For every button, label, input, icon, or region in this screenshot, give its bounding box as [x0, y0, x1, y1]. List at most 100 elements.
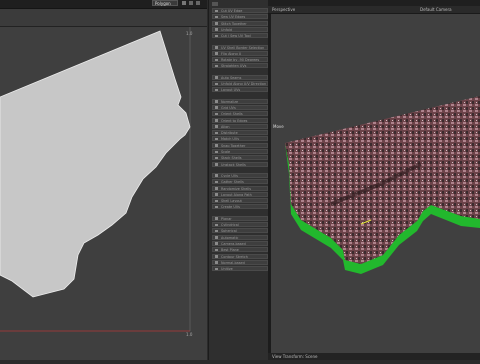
tool-icon [215, 119, 218, 122]
tool-button-label: Planar [221, 216, 232, 221]
tool-button-label: Cut UV Edge [221, 9, 243, 13]
tool-button[interactable]: Auto Seams [212, 74, 268, 80]
tool-icon [215, 76, 218, 79]
tool-icon [215, 223, 218, 226]
tool-button[interactable]: Straighten UVs [212, 63, 268, 69]
tool-icon [215, 242, 218, 245]
panel-header-icon[interactable] [212, 2, 218, 6]
tool-icon [215, 217, 218, 220]
tool-button[interactable]: Match UVs [212, 136, 268, 142]
tool-button[interactable]: Unitize [212, 266, 268, 272]
tool-button[interactable]: Unstack Shells [212, 161, 268, 167]
uv-tick-bottom: 1.0 [186, 332, 193, 337]
tool-button-label: Automatic [221, 235, 239, 240]
tool-button[interactable]: Unfold Along U/V Direction [212, 81, 268, 86]
tool-button-label: Unitize [221, 267, 233, 272]
uv-editor-viewport[interactable]: 1.0 1.0 [0, 27, 207, 360]
tool-icon [215, 236, 218, 239]
tool-icon [215, 199, 218, 203]
uv-layout-canvas[interactable] [0, 27, 207, 360]
tool-button[interactable]: Normalize [212, 98, 268, 104]
tool-button[interactable]: Contour Stretch [212, 253, 268, 259]
tool-button-label: Contour Stretch [221, 254, 248, 259]
tool-button-label: Layout Along Path [221, 192, 252, 197]
tool-icon [215, 193, 218, 196]
tool-button[interactable]: Cut / Sew UV Tool [212, 33, 268, 39]
tool-button-label: Stack Shells [221, 156, 242, 161]
uv-tick-top: 1.0 [186, 31, 193, 36]
camera-label[interactable]: Default Camera [420, 7, 452, 12]
tool-button-label: Orient Shells [221, 112, 243, 117]
tool-button[interactable]: Create UVs [212, 204, 268, 210]
tool-button-label: Scale [221, 150, 231, 154]
tool-button[interactable]: Align [212, 123, 268, 129]
tool-button-label: Align [221, 124, 230, 129]
tool-button[interactable]: Camera-based [212, 240, 268, 246]
terrain-top-surface [285, 96, 480, 264]
tool-button-label: Gather Shells [221, 180, 244, 185]
tool-icon [215, 22, 218, 25]
3d-viewport[interactable]: Move [271, 14, 480, 353]
tool-button-label: Create UVs [221, 205, 240, 210]
tool-button[interactable]: Scale [212, 149, 268, 154]
tool-button[interactable]: Best Plane [212, 247, 268, 253]
tool-icon [215, 255, 218, 258]
tool-button-label: Unfold Along U/V Direction [221, 82, 267, 86]
tool-button[interactable]: Layout Along Path [212, 191, 268, 197]
tool-button[interactable]: Sew UV Edges [212, 14, 268, 20]
tool-icon [215, 163, 218, 166]
tool-button[interactable]: Stack Shells [212, 155, 268, 161]
panel-label: Perspective [272, 7, 296, 12]
tool-button[interactable]: Orient to Edges [212, 117, 268, 123]
tool-button[interactable]: Randomize Shells [212, 185, 268, 191]
tool-button-label: Cycle UVs [221, 173, 238, 178]
tool-button[interactable]: Distribute [212, 130, 268, 136]
selection-mode-dropdown[interactable]: Polygon [152, 0, 178, 6]
tool-button-label: Grid UVs [221, 105, 236, 110]
tool-button[interactable]: Layout UVs [212, 87, 268, 93]
tool-button-label: Cylindrical [221, 223, 239, 227]
tool-icon [215, 106, 218, 109]
tool-icon [215, 46, 218, 49]
tool-button-label: Normalize [221, 99, 239, 104]
tool-button[interactable]: Planar [212, 215, 268, 221]
tool-button[interactable]: Cut UV Edge [212, 8, 268, 13]
tool-button[interactable]: Automatic [212, 234, 268, 240]
tool-button[interactable]: Cylindrical [212, 222, 268, 227]
tool-button-label: Randomize Shells [221, 186, 251, 191]
tool-icon [215, 15, 218, 19]
tool-icon [215, 137, 218, 141]
tool-button[interactable]: Snap Together [212, 142, 268, 148]
tool-icon [215, 174, 218, 177]
tool-button-label: Camera-based [221, 241, 246, 246]
uv-mode-icon[interactable] [182, 1, 186, 5]
tool-icon [215, 187, 218, 190]
uv-mode-icon[interactable] [196, 1, 200, 5]
tool-button[interactable]: UV Shell Border Selection [212, 44, 268, 50]
tool-button-label: Shell Layout [221, 199, 242, 204]
tool-button[interactable]: Unfold [212, 26, 268, 32]
uv-shell[interactable] [0, 30, 191, 298]
uv-mode-icon[interactable] [189, 1, 193, 5]
tool-button[interactable]: Shell Layout [212, 198, 268, 204]
tool-icon [215, 125, 218, 128]
tool-button[interactable]: Orient Shells [212, 111, 268, 117]
tool-icon [215, 64, 218, 68]
tool-button-label: Rotate by -90 Degrees [221, 58, 260, 63]
tool-button[interactable]: Stitch Together [212, 20, 268, 26]
tool-button[interactable]: Gather Shells [212, 179, 268, 185]
tool-button[interactable]: Flip Along U [212, 50, 268, 56]
scene-canvas[interactable] [271, 14, 480, 353]
tool-icon [215, 205, 218, 209]
tool-icon [215, 100, 218, 103]
tool-button[interactable]: Grid UVs [212, 104, 268, 110]
tool-button[interactable]: Normal-based [212, 259, 268, 265]
tool-icon [215, 267, 218, 271]
tool-button-label: Spherical [221, 229, 237, 234]
tool-button[interactable]: Spherical [212, 228, 268, 234]
active-tool-label: Move [273, 124, 284, 129]
tool-button[interactable]: Cycle UVs [212, 172, 268, 178]
tool-icon [215, 131, 218, 135]
view-transform-label[interactable]: View Transform: Scene [272, 354, 317, 359]
tool-button[interactable]: Rotate by -90 Degrees [212, 57, 268, 63]
